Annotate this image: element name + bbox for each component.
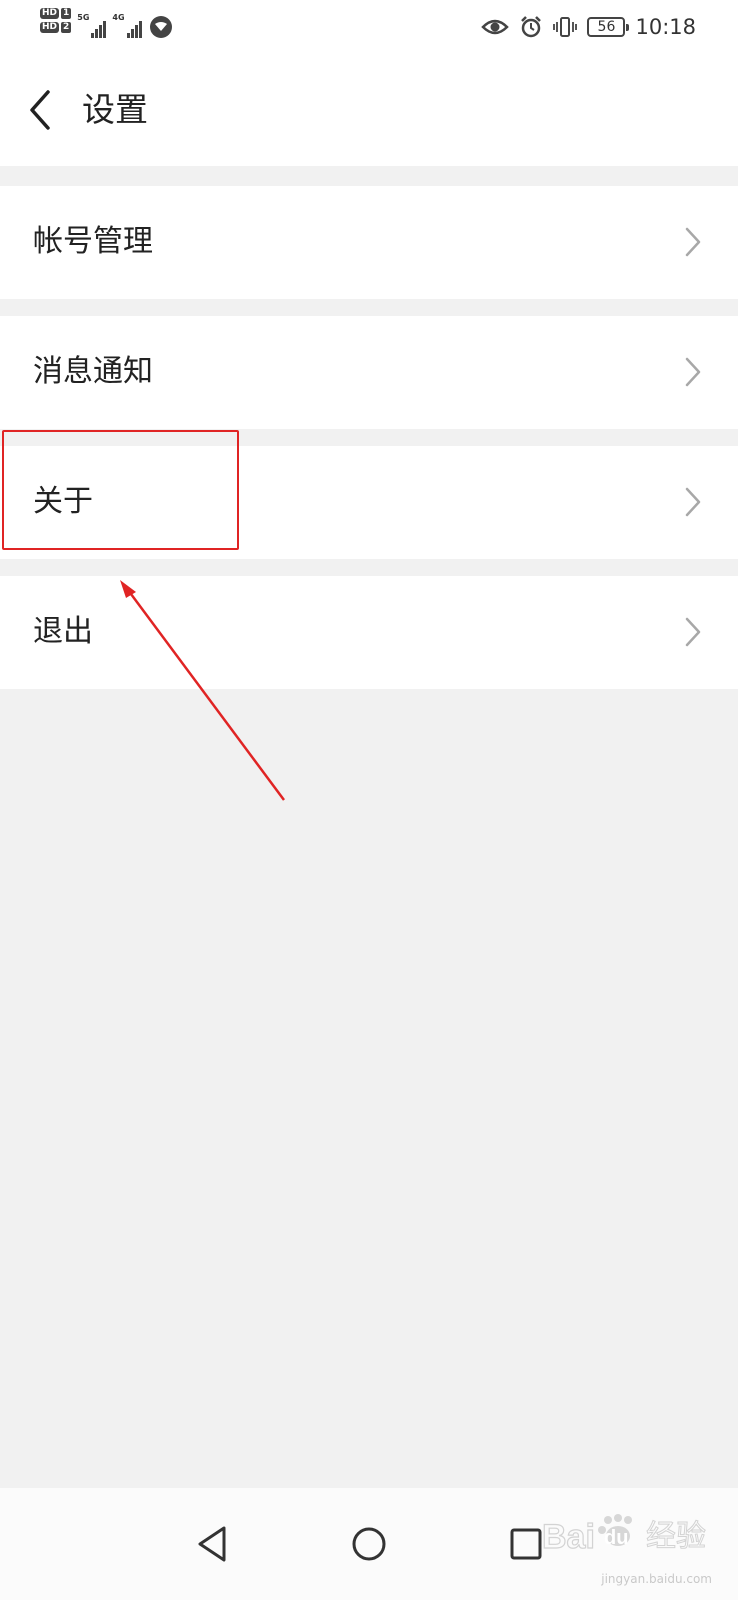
sim-number: 1 (61, 8, 72, 19)
network-type: 4G (112, 13, 125, 22)
network-type: 5G (77, 13, 90, 22)
settings-item-about[interactable]: 关于 (0, 446, 738, 559)
battery-level: 56 (597, 19, 616, 35)
settings-item-label: 消息通知 (33, 354, 153, 389)
hd-label: HD (40, 22, 60, 33)
chevron-left-icon[interactable] (20, 84, 60, 136)
signal-bars (91, 20, 107, 38)
vibrate-icon (553, 17, 578, 37)
watermark-url: jingyan.baidu.com (601, 1572, 712, 1586)
settings-item-notifications[interactable]: 消息通知 (0, 316, 738, 429)
clock: 10:18 (635, 15, 696, 39)
sim-number: 2 (61, 22, 72, 33)
settings-item-logout[interactable]: 退出 (0, 576, 738, 689)
signal-icon-1: 5G (77, 13, 107, 38)
chevron-right-icon (685, 487, 701, 517)
home-circle-icon[interactable] (347, 1522, 391, 1566)
wifi-icon (149, 16, 172, 38)
settings-item-label: 退出 (33, 614, 93, 649)
sim-indicators: HD 1 HD 2 (40, 8, 72, 33)
status-left: HD 1 HD 2 5G 4G (40, 8, 174, 48)
page-title: 设置 (82, 90, 148, 129)
settings-item-label: 关于 (33, 484, 93, 519)
settings-item-label: 帐号管理 (33, 224, 153, 259)
eye-icon (481, 19, 510, 35)
signal-icon-2: 4G (112, 13, 142, 38)
hd-label: HD (40, 8, 60, 19)
recents-square-icon[interactable] (504, 1522, 548, 1566)
signal-bars (126, 20, 142, 38)
chevron-right-icon (685, 227, 701, 257)
settings-item-account[interactable]: 帐号管理 (0, 186, 738, 299)
chevron-right-icon (685, 357, 701, 387)
back-triangle-icon[interactable] (190, 1522, 234, 1566)
sim1-badge: HD 1 (40, 8, 72, 19)
screen: HD 1 HD 2 5G 4G 56 10:18 设置 帐号管理 消息通知 关于… (0, 0, 738, 1600)
battery-icon: 56 (587, 17, 630, 37)
alarm-icon (521, 16, 542, 38)
status-bar: HD 1 HD 2 5G 4G 56 10:18 (0, 0, 738, 54)
chevron-right-icon (685, 617, 701, 647)
sim2-badge: HD 2 (40, 22, 72, 33)
status-right: 56 10:18 (481, 12, 696, 42)
app-header: 设置 (0, 54, 738, 166)
